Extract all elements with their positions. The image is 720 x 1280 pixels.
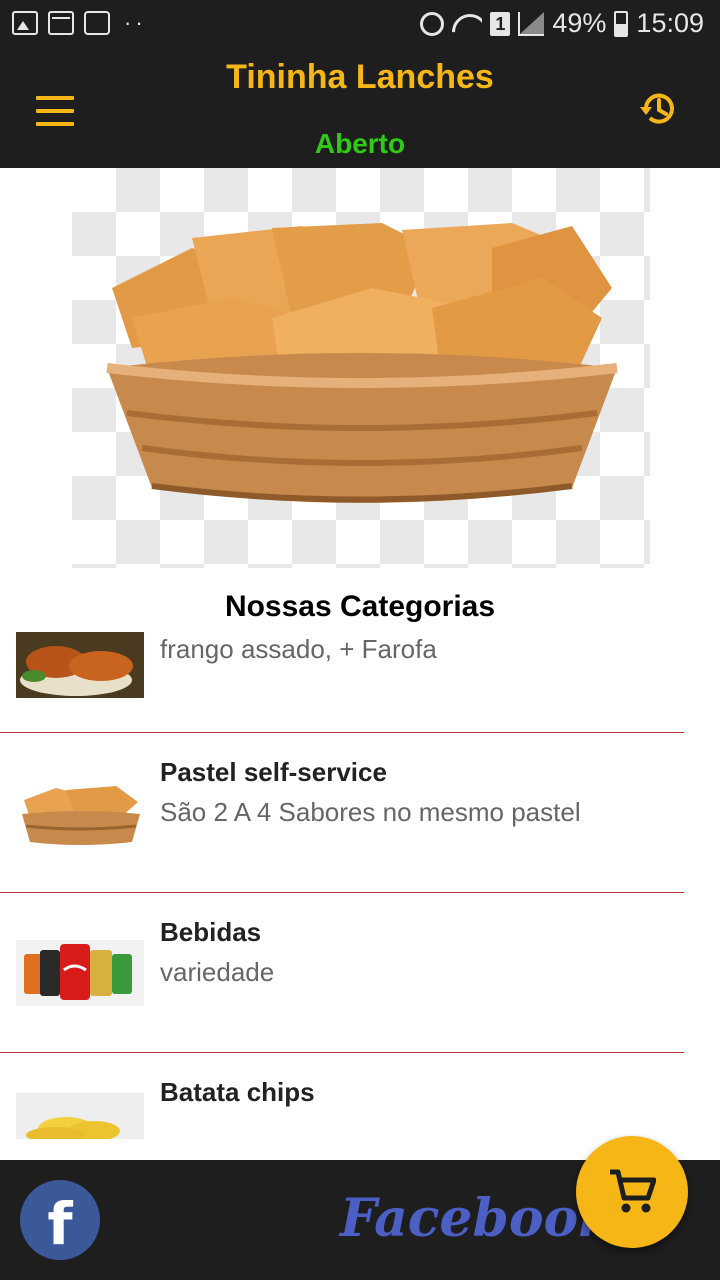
alarm-icon [420, 11, 445, 36]
potato-chips-image [16, 1093, 144, 1139]
hamburger-menu-icon[interactable] [36, 96, 74, 128]
category-list: frango assado, + Farofa Pastel self-serv… [0, 630, 720, 1160]
facebook-link[interactable]: Facebook [340, 1188, 614, 1249]
roast-chicken-image [16, 632, 144, 698]
sim-slot-badge: 1 [490, 11, 511, 36]
image-icon [12, 11, 38, 35]
signal-icon [518, 11, 545, 36]
category-description: frango assado, + Farofa [160, 634, 437, 664]
list-item[interactable]: Bebidas variedade [0, 893, 720, 1053]
category-description: São 2 A 4 Sabores no mesmo pastel [160, 797, 581, 827]
wifi-icon [452, 12, 482, 36]
facebook-icon[interactable]: f [20, 1180, 100, 1260]
banner-pastel-basket-image [72, 168, 650, 568]
open-status: Aberto [314, 128, 406, 159]
voicemail-icon [84, 11, 110, 35]
app-bar: Tininha Lanches Aberto [0, 50, 720, 168]
category-name: Batata chips [160, 1077, 315, 1107]
cart-button[interactable] [576, 1136, 688, 1248]
list-item[interactable]: Pastel self-service São 2 A 4 Sabores no… [0, 733, 720, 893]
calendar-icon [48, 11, 74, 35]
battery-icon [614, 10, 629, 37]
clock: 15:09 [636, 8, 704, 38]
category-name: Pastel self-service [160, 757, 387, 787]
categories-heading: Nossas Categorias [224, 590, 496, 623]
list-item[interactable]: frango assado, + Farofa [0, 630, 720, 733]
app-title: Tininha Lanches [226, 58, 494, 96]
battery-percent: 49% [552, 8, 607, 38]
status-left-icons: ·· [12, 10, 147, 36]
status-bar: ·· 1 49% 15:09 [0, 0, 720, 50]
app-screen: ·· 1 49% 15:09 Tininha Lanches Aberto No… [0, 0, 720, 1280]
status-right-icons: 1 49% 15:09 [420, 8, 704, 39]
history-icon[interactable] [638, 88, 680, 130]
shopping-cart-icon [610, 1169, 656, 1213]
more-notifications-dots: ·· [124, 10, 147, 35]
pastel-basket-image [16, 780, 144, 846]
category-name: Bebidas [160, 917, 262, 947]
soda-cans-image [16, 940, 144, 1006]
category-description: variedade [160, 957, 275, 987]
